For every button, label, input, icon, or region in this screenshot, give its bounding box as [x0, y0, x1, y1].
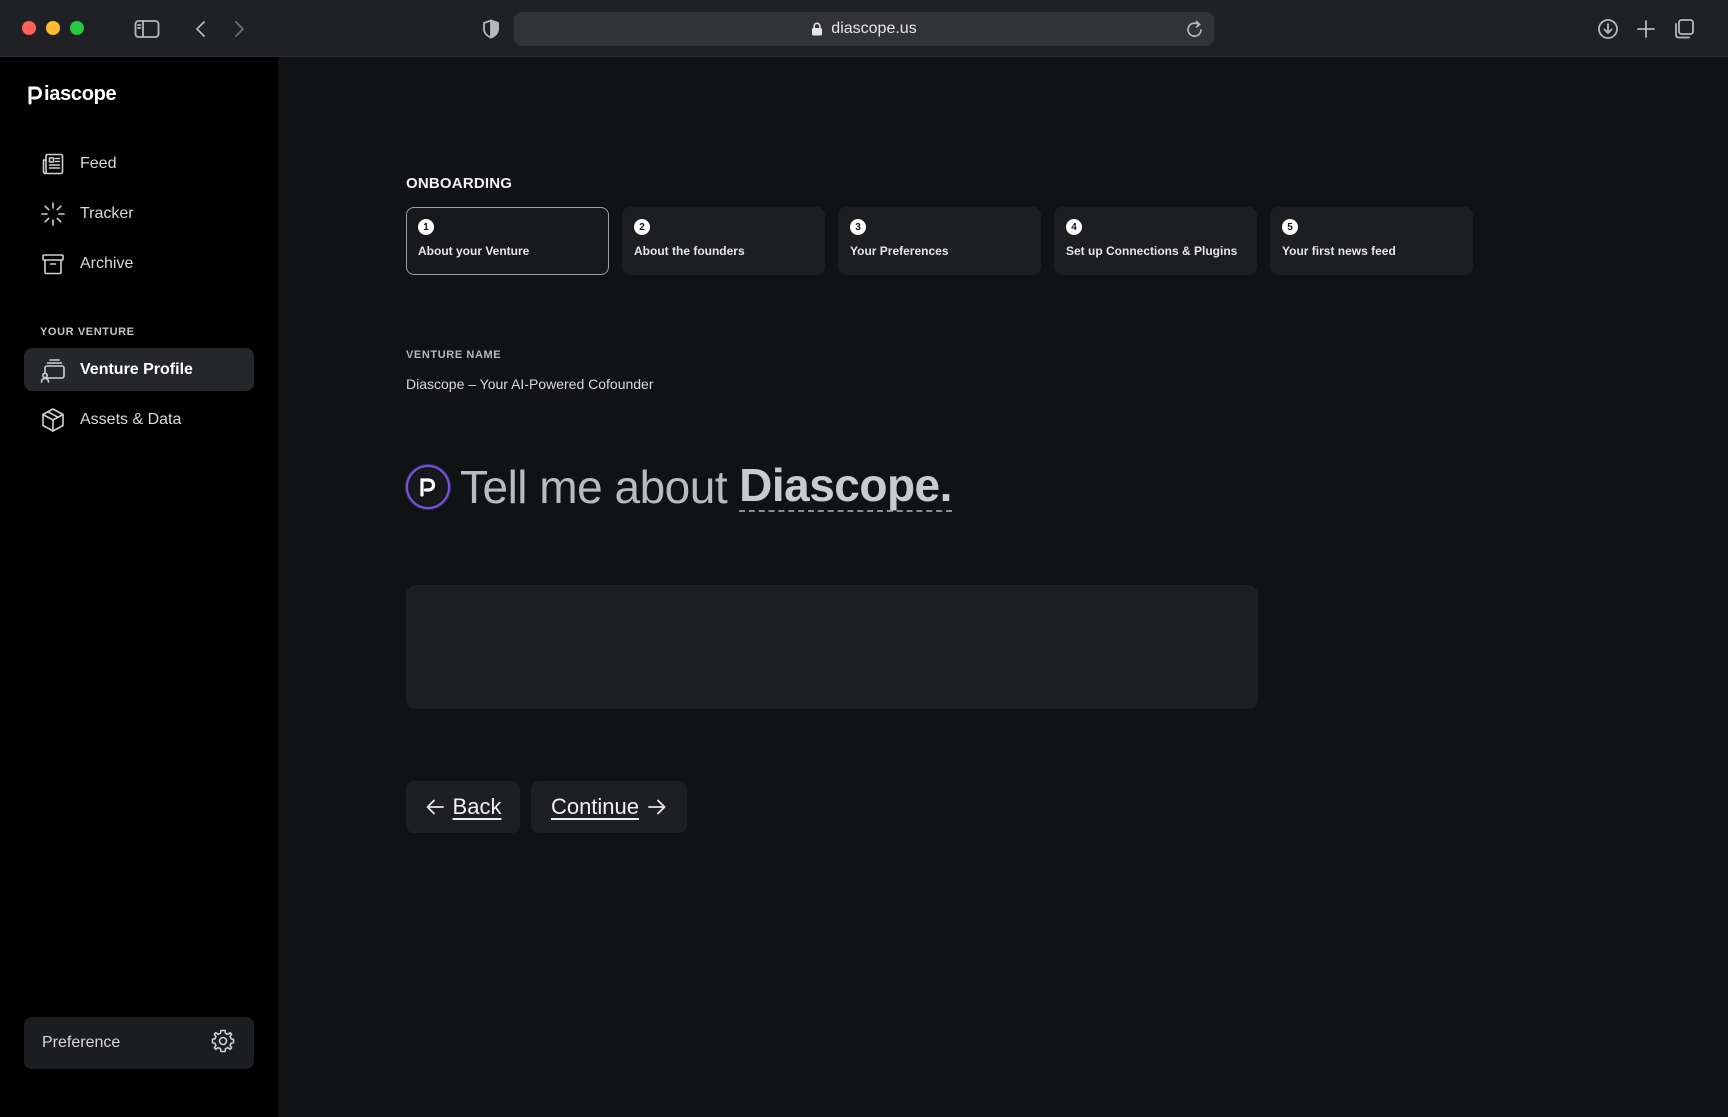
new-tab-icon[interactable] — [1631, 14, 1661, 44]
maximize-window-button[interactable] — [70, 21, 84, 35]
reload-icon[interactable] — [1184, 17, 1206, 46]
venture-name-label: VENTURE NAME — [406, 349, 502, 361]
arrow-left-icon — [426, 799, 444, 815]
preference-button[interactable]: Preference — [24, 1017, 254, 1069]
step-label: Your Preferences — [850, 244, 949, 258]
onboarding-steps: 1 About your Venture 2 About the founder… — [406, 207, 1473, 275]
step-number: 1 — [418, 219, 434, 235]
preference-label: Preference — [42, 1034, 121, 1051]
step-label: About the founders — [634, 244, 745, 258]
arrow-right-icon — [648, 799, 666, 815]
assistant-avatar — [406, 465, 450, 509]
sidebar-item-venture-profile[interactable]: Venture Profile — [24, 348, 254, 391]
gear-icon — [210, 1028, 236, 1059]
step-label: About your Venture — [418, 244, 530, 258]
package-icon — [40, 407, 66, 433]
sidebar: iascope Feed Tracker Archive YOUR VENTUR… — [0, 57, 278, 1117]
diascope-logo-icon — [420, 478, 436, 497]
archive-icon — [40, 251, 66, 277]
sidebar-item-feed[interactable]: Feed — [24, 142, 254, 185]
lock-icon — [812, 22, 823, 36]
prompt-text: Tell me about — [460, 461, 728, 513]
newspaper-icon — [40, 151, 66, 177]
downloads-icon[interactable] — [1593, 14, 1623, 44]
sidebar-item-label: Venture Profile — [80, 360, 193, 378]
onboarding-title: ONBOARDING — [406, 175, 513, 192]
main-content: ONBOARDING 1 About your Venture 2 About … — [278, 57, 1728, 1117]
brand-name: iascope — [44, 83, 117, 105]
sidebar-item-tracker[interactable]: Tracker — [24, 192, 254, 235]
step-your-preferences[interactable]: 3 Your Preferences — [838, 207, 1041, 275]
sidebar-item-label: Tracker — [80, 204, 134, 222]
back-nav-icon[interactable] — [186, 14, 216, 44]
sidebar-item-label: Assets & Data — [80, 410, 182, 428]
step-number: 4 — [1066, 219, 1082, 235]
sidebar-item-assets-data[interactable]: Assets & Data — [24, 398, 254, 441]
back-button-label: Back — [452, 794, 502, 819]
step-label: Set up Connections & Plugins — [1066, 244, 1238, 258]
step-about-your-venture[interactable]: 1 About your Venture — [406, 207, 609, 275]
sidebar-item-label: Feed — [80, 154, 117, 172]
venture-name-value: Diascope – Your AI-Powered Cofounder — [406, 376, 654, 392]
prompt-venture-name[interactable]: Diascope. — [739, 462, 952, 512]
tab-overview-icon[interactable] — [1669, 14, 1699, 44]
step-about-the-founders[interactable]: 2 About the founders — [622, 207, 825, 275]
step-number: 2 — [634, 219, 650, 235]
close-window-button[interactable] — [22, 21, 36, 35]
step-connections-plugins[interactable]: 4 Set up Connections & Plugins — [1054, 207, 1257, 275]
browser-toolbar: diascope.us — [0, 0, 1728, 57]
step-label: Your first news feed — [1282, 244, 1396, 258]
continue-button[interactable]: Continue — [531, 781, 687, 833]
continue-button-label: Continue — [550, 794, 640, 819]
loader-icon — [40, 201, 66, 227]
step-first-news-feed[interactable]: 5 Your first news feed — [1270, 207, 1473, 275]
forward-nav-icon[interactable] — [224, 14, 254, 44]
back-button[interactable]: Back — [406, 781, 520, 833]
address-bar[interactable]: diascope.us — [514, 12, 1214, 46]
privacy-shield-icon[interactable] — [476, 14, 506, 44]
step-number: 3 — [850, 219, 866, 235]
section-label-your-venture: YOUR VENTURE — [40, 326, 135, 338]
step-number: 5 — [1282, 219, 1298, 235]
url-text: diascope.us — [831, 20, 917, 37]
venture-description-input[interactable] — [406, 585, 1258, 709]
sidebar-item-archive[interactable]: Archive — [24, 242, 254, 285]
prompt-heading: Tell me about Diascope. — [406, 460, 952, 514]
minimize-window-button[interactable] — [46, 21, 60, 35]
sidebar-toggle-icon[interactable] — [132, 14, 162, 44]
sidebar-item-label: Archive — [80, 254, 134, 272]
diascope-logo-icon — [28, 86, 43, 104]
venture-profile-icon — [40, 357, 66, 383]
brand-logo[interactable]: iascope — [27, 83, 117, 106]
